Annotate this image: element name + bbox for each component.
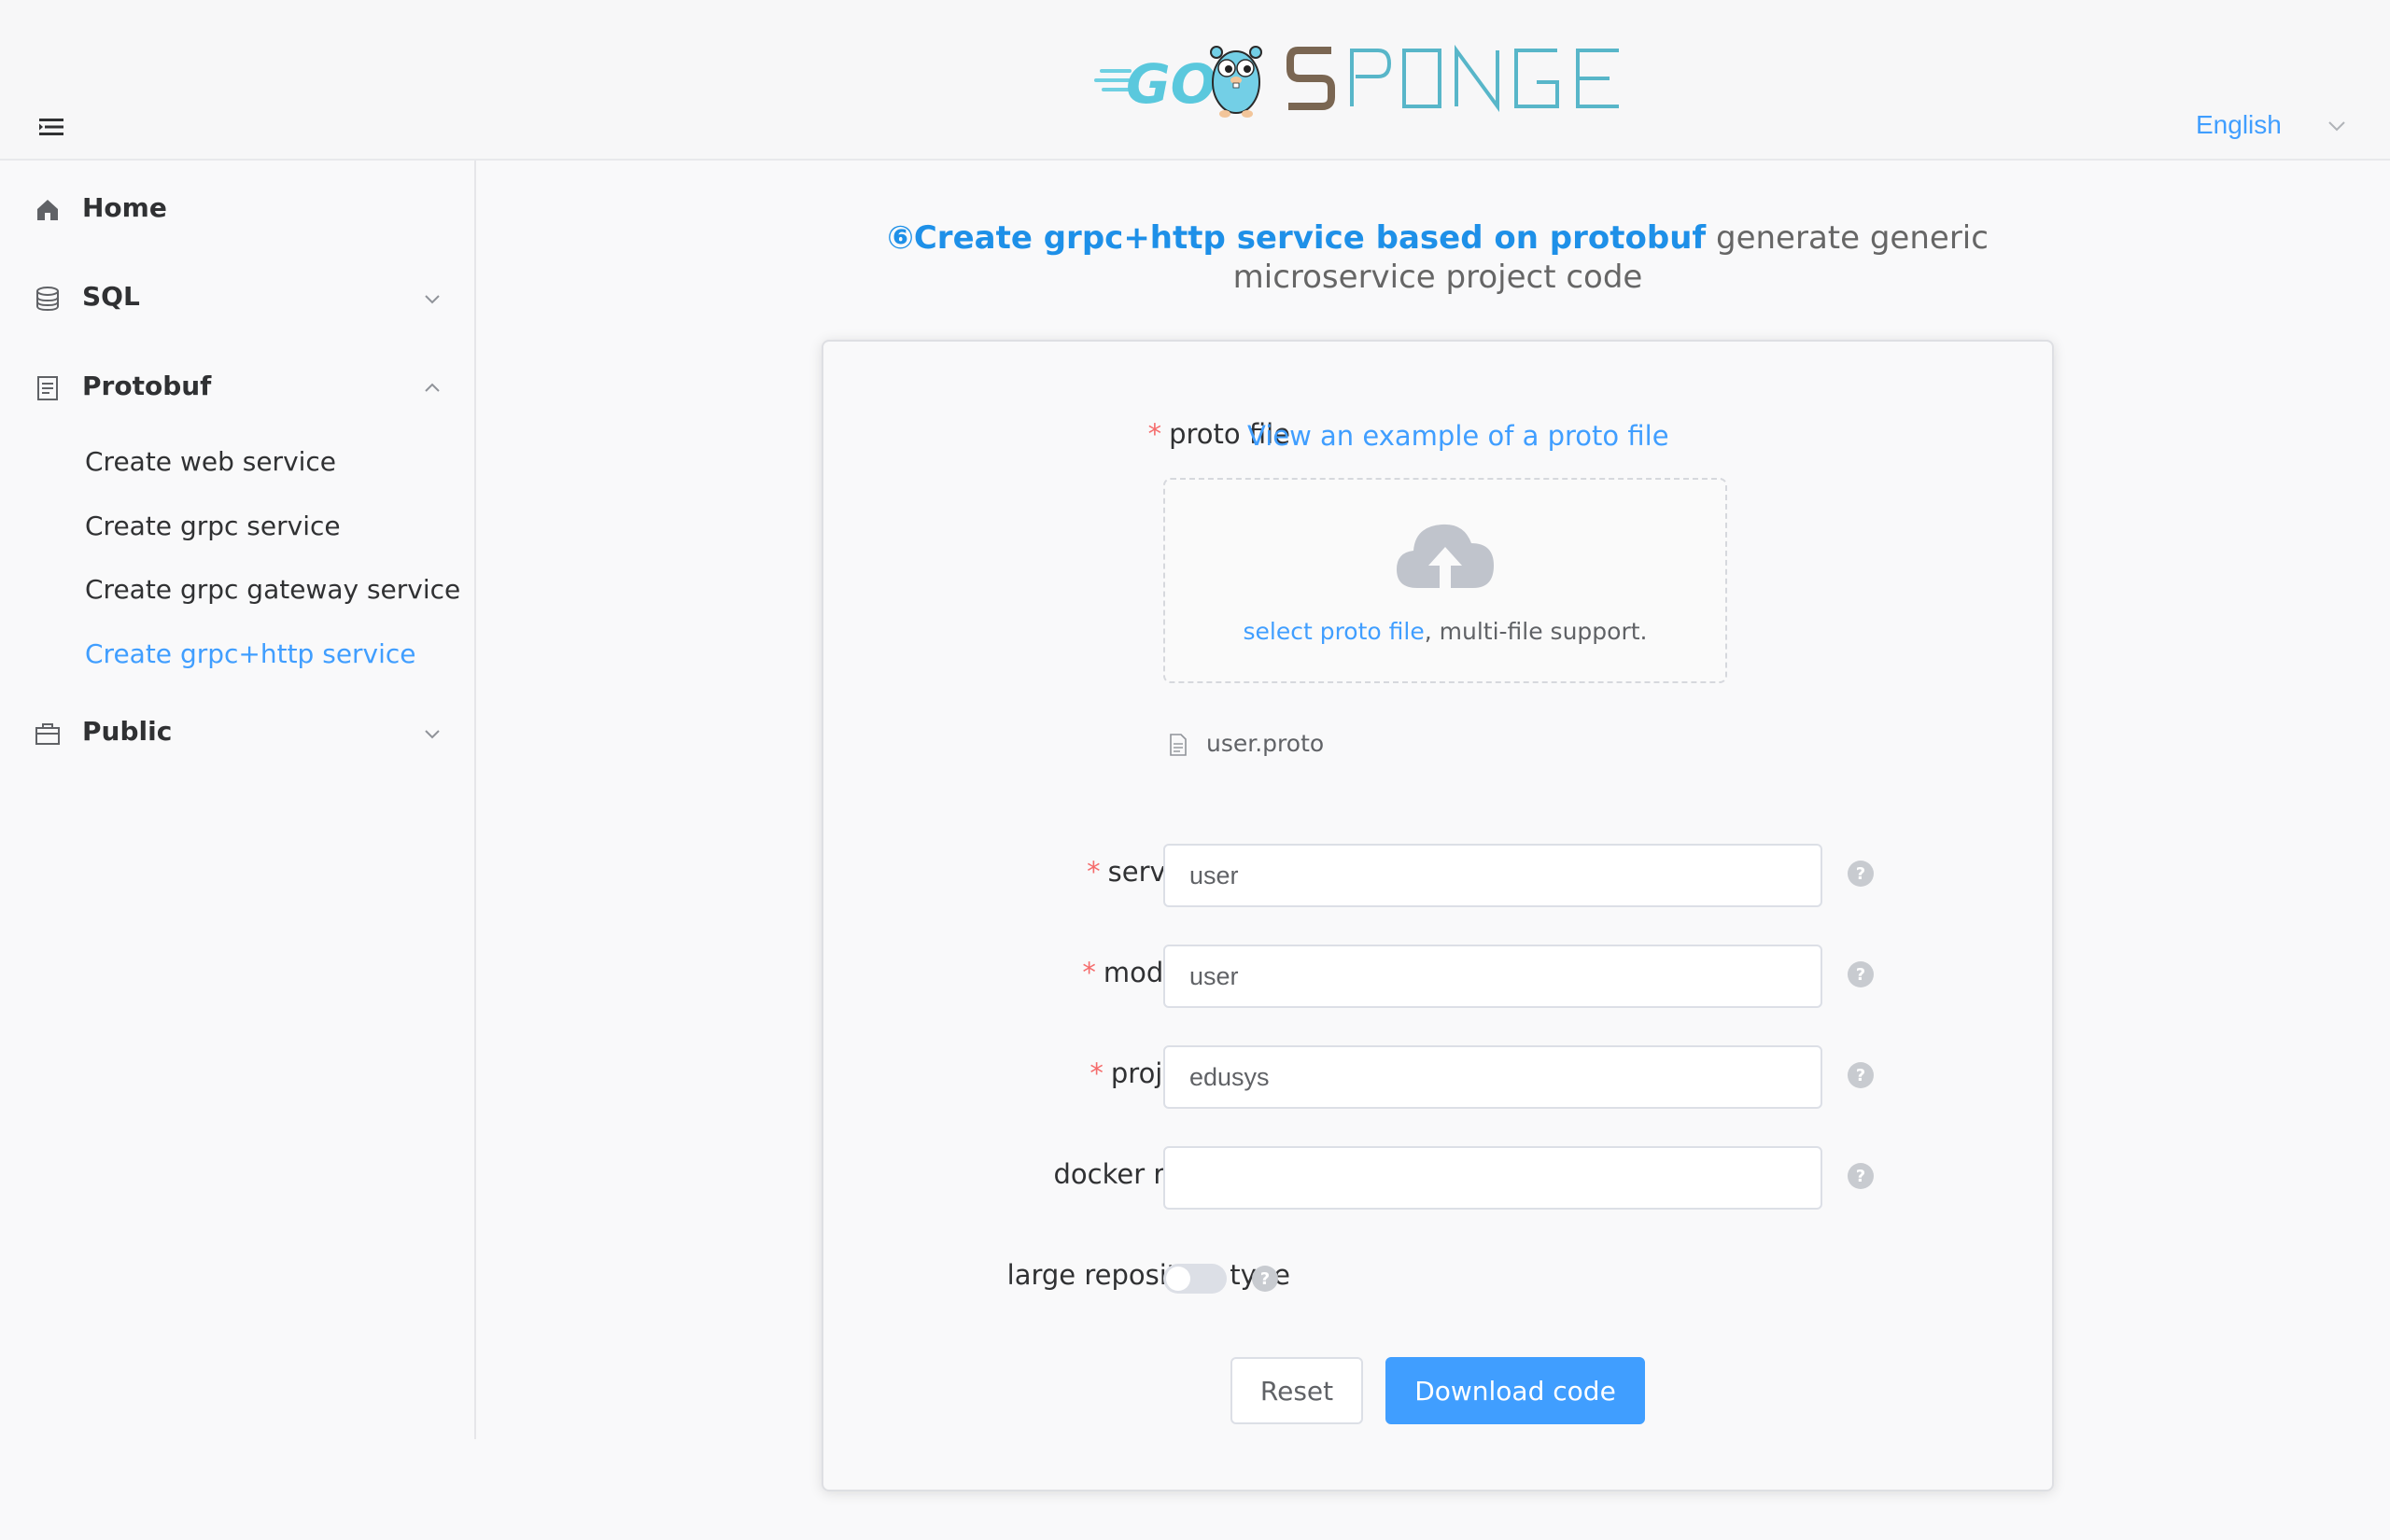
chevron-down-icon[interactable] bbox=[2327, 116, 2347, 136]
cloud-upload-icon bbox=[1397, 524, 1494, 588]
sidebar-subitem-label: Create grpc+http service bbox=[85, 638, 416, 669]
help-icon[interactable]: ? bbox=[1847, 1162, 1875, 1190]
sidebar-subitem-label: Create grpc service bbox=[85, 511, 341, 541]
sidebar: Home SQL Protobuf Create web service Cre… bbox=[0, 161, 476, 1439]
svg-text:GO: GO bbox=[1126, 52, 1216, 116]
menu-toggle-icon[interactable] bbox=[39, 118, 63, 136]
help-icon[interactable]: ? bbox=[1847, 860, 1875, 888]
help-icon[interactable]: ? bbox=[1251, 1265, 1279, 1293]
chevron-down-icon bbox=[425, 730, 440, 739]
project-name-input[interactable] bbox=[1163, 1045, 1822, 1109]
svg-text:?: ? bbox=[1856, 1167, 1865, 1186]
sidebar-subitem-create-grpc-http-service[interactable]: Create grpc+http service bbox=[0, 627, 474, 683]
proto-example-link[interactable]: View an example of a proto file bbox=[1247, 420, 1669, 452]
sidebar-subitem-create-grpc-service[interactable]: Create grpc service bbox=[0, 499, 474, 555]
home-icon bbox=[37, 200, 58, 220]
chevron-down-icon bbox=[425, 295, 440, 304]
help-icon[interactable]: ? bbox=[1847, 1061, 1875, 1089]
proto-file-label: * proto file bbox=[1147, 418, 1290, 450]
service-name-input[interactable] bbox=[1163, 844, 1822, 907]
sidebar-subitem-label: Create web service bbox=[85, 446, 337, 477]
app-header: GO English bbox=[0, 0, 2390, 161]
download-code-button[interactable]: Download code bbox=[1385, 1357, 1645, 1424]
switch-knob bbox=[1166, 1267, 1190, 1291]
sidebar-item-protobuf[interactable]: Protobuf bbox=[0, 350, 474, 425]
docker-repository-input[interactable] bbox=[1163, 1146, 1822, 1210]
svg-text:?: ? bbox=[1856, 1066, 1865, 1085]
sidebar-item-label: Home bbox=[82, 192, 167, 223]
sidebar-subitem-create-web-service[interactable]: Create web service bbox=[0, 435, 474, 491]
page-title: ⑥Create grpc+http service based on proto… bbox=[784, 218, 2091, 297]
svg-text:?: ? bbox=[1260, 1269, 1270, 1289]
help-icon[interactable]: ? bbox=[1847, 960, 1875, 988]
file-icon bbox=[1170, 734, 1187, 756]
chevron-up-icon bbox=[425, 383, 440, 392]
required-mark: * bbox=[1082, 957, 1096, 988]
proto-upload-dropzone[interactable]: select proto file, multi-file support. bbox=[1163, 478, 1727, 683]
required-mark: * bbox=[1087, 856, 1101, 888]
large-repository-type-switch[interactable] bbox=[1163, 1264, 1227, 1294]
required-mark: * bbox=[1090, 1057, 1104, 1089]
sidebar-item-sql[interactable]: SQL bbox=[0, 260, 474, 335]
page-title-accent: ⑥Create grpc+http service based on proto… bbox=[887, 219, 1707, 257]
document-icon bbox=[37, 376, 58, 400]
reset-button[interactable]: Reset bbox=[1230, 1357, 1363, 1424]
sidebar-item-label: Protobuf bbox=[82, 371, 212, 401]
briefcase-icon bbox=[35, 723, 60, 745]
sidebar-item-label: SQL bbox=[82, 281, 140, 312]
select-proto-file-link[interactable]: select proto file bbox=[1243, 618, 1424, 645]
sidebar-subitem-create-grpc-gateway-service[interactable]: Create grpc gateway service bbox=[0, 563, 474, 619]
sidebar-item-public[interactable]: Public bbox=[0, 695, 474, 770]
sidebar-item-home[interactable]: Home bbox=[0, 172, 474, 246]
database-icon bbox=[36, 287, 59, 312]
form-card: * proto file View an example of a proto f… bbox=[822, 340, 2054, 1491]
sidebar-item-label: Public bbox=[82, 716, 173, 747]
module-name-input[interactable] bbox=[1163, 945, 1822, 1008]
svg-text:?: ? bbox=[1856, 864, 1865, 884]
sidebar-subitem-label: Create grpc gateway service bbox=[85, 574, 461, 605]
required-mark: * bbox=[1147, 418, 1162, 450]
upload-hint: select proto file, multi-file support. bbox=[1243, 618, 1648, 645]
svg-text:?: ? bbox=[1856, 965, 1865, 985]
language-selector[interactable]: English bbox=[2196, 110, 2282, 140]
sponge-logo: GO bbox=[1094, 44, 1619, 118]
uploaded-file-name: user.proto bbox=[1206, 730, 1325, 757]
